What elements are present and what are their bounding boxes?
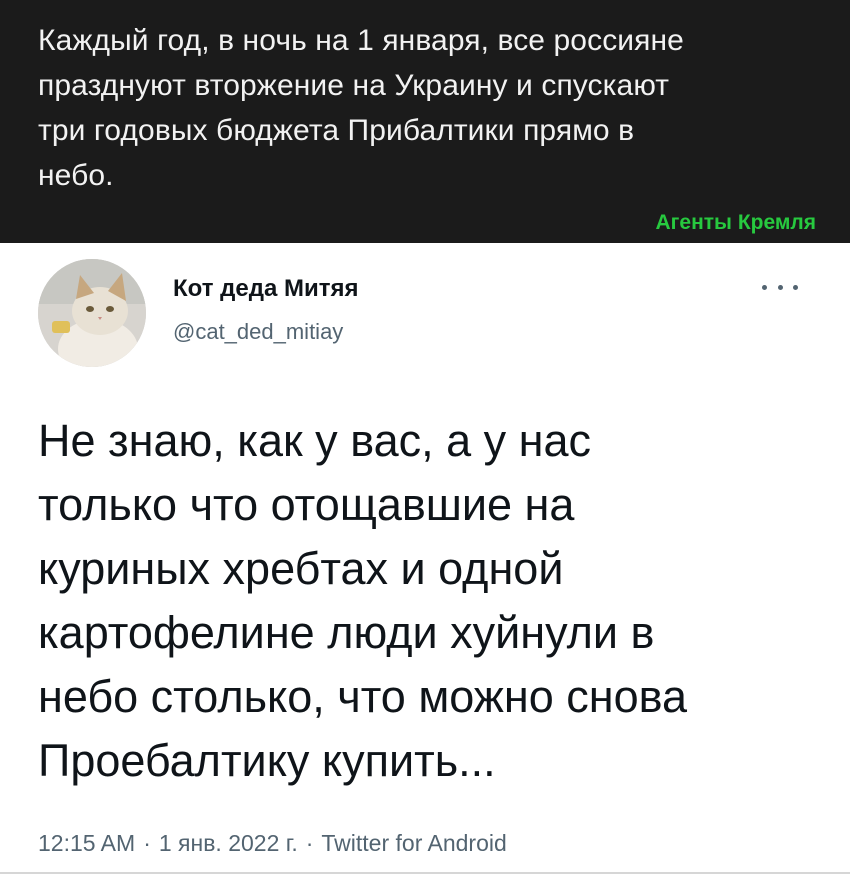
- cat-avatar-image: [38, 259, 146, 367]
- caption-banner: Каждый год, в ночь на 1 января, все росс…: [0, 0, 850, 243]
- more-options-button[interactable]: [762, 277, 798, 297]
- tweet-card: Кот деда Митяя @cat_ded_mitiay Не знаю, …: [0, 243, 850, 874]
- tweet-time[interactable]: 12:15 AM: [38, 830, 135, 856]
- caption-source: Агенты Кремля: [655, 211, 816, 234]
- meta-separator: ·: [143, 830, 151, 856]
- user-handle[interactable]: @cat_ded_mitiay: [173, 319, 343, 345]
- more-horizontal-icon: [777, 284, 783, 290]
- more-horizontal-icon: [793, 284, 798, 290]
- caption-text: Каждый год, в ночь на 1 января, все росс…: [38, 24, 684, 192]
- display-name[interactable]: Кот деда Митяя: [173, 275, 358, 303]
- avatar[interactable]: [38, 259, 146, 367]
- meta-separator: ·: [305, 830, 314, 856]
- tweet-metadata: 12:15 AM · 1 янв. 2022 г. · Twitter for Andr…: [38, 830, 507, 857]
- tweet-date[interactable]: 1 янв. 2022 г.: [159, 830, 298, 856]
- tweet-text: Не знаю, как у вас, а у нас только что о…: [38, 415, 688, 786]
- tweet-client[interactable]: Twitter for Android: [321, 830, 506, 856]
- more-horizontal-icon: [762, 284, 767, 290]
